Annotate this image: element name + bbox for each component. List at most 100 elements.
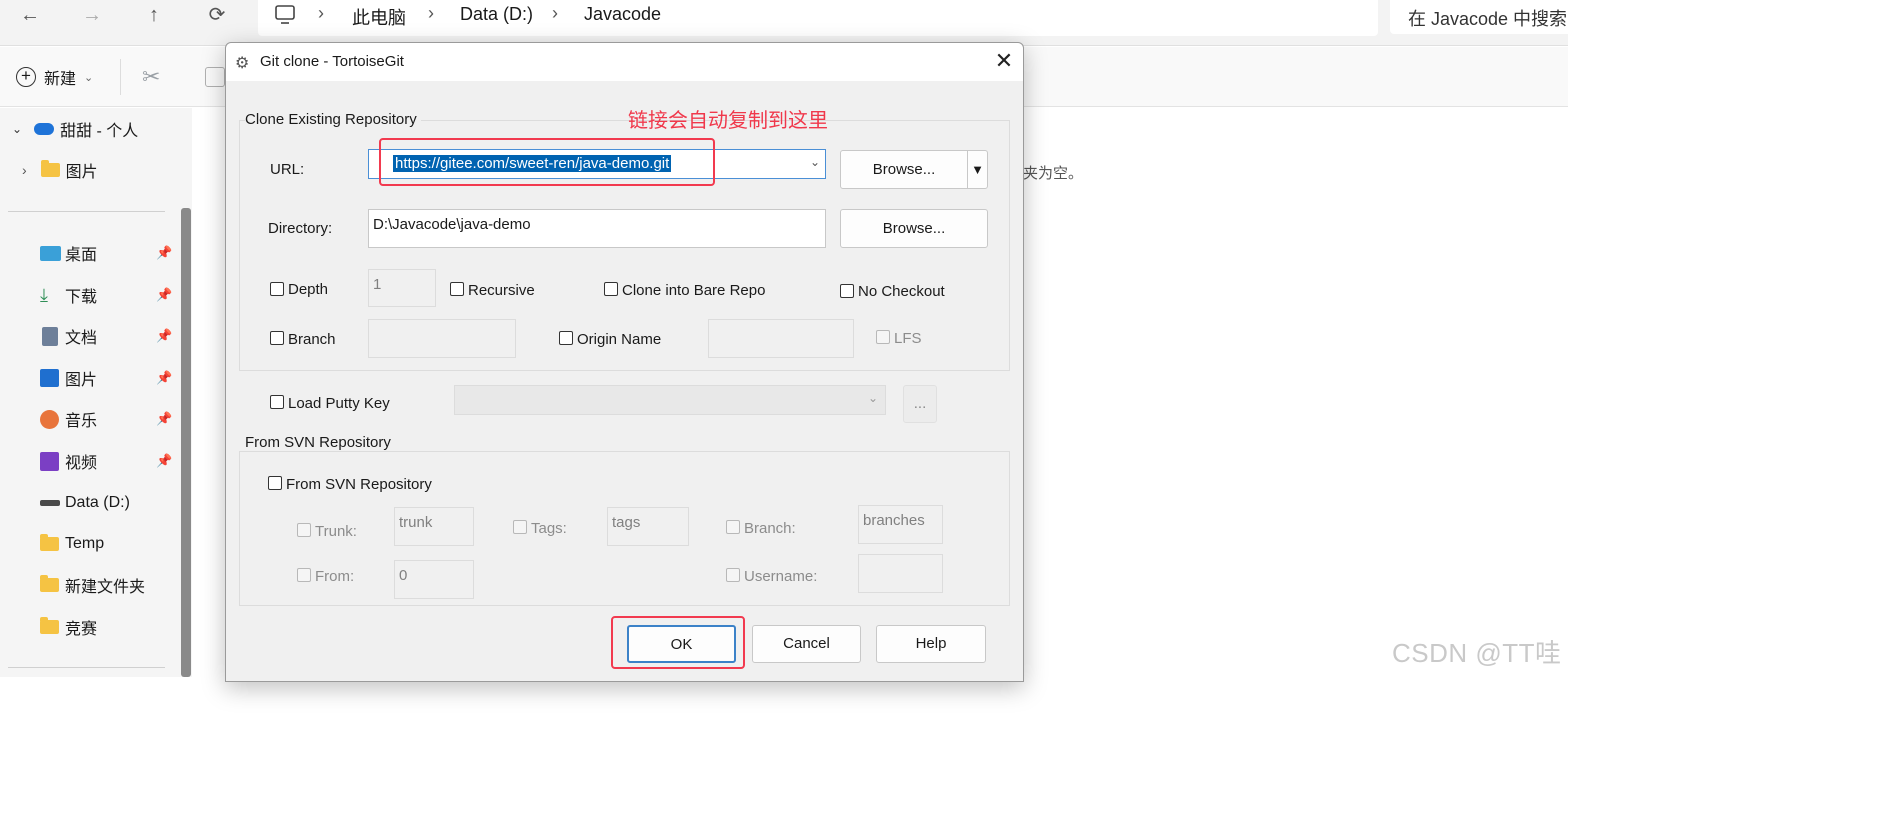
bare-repo-checkbox[interactable] bbox=[604, 282, 618, 296]
copy-icon[interactable] bbox=[205, 67, 225, 87]
trunk-input[interactable]: trunk bbox=[394, 507, 474, 546]
sidebar-item-data-drive[interactable]: Data (D:) bbox=[0, 488, 180, 518]
folder-icon bbox=[40, 617, 59, 634]
pin-icon[interactable]: 📌 bbox=[156, 287, 172, 303]
annotation-text: 链接会自动复制到这里 bbox=[628, 110, 828, 132]
no-checkout-label: No Checkout bbox=[858, 283, 945, 300]
sidebar-item-contest[interactable]: 竞赛 bbox=[0, 612, 180, 642]
url-highlight-box bbox=[379, 138, 715, 186]
forward-arrow-icon[interactable]: → bbox=[78, 4, 106, 26]
refresh-icon[interactable]: ⟳ bbox=[203, 4, 231, 26]
search-input[interactable]: 在 Javacode 中搜索 bbox=[1390, 0, 1568, 34]
ok-highlight-box bbox=[611, 616, 745, 669]
sidebar-item-onedrive-pictures[interactable]: › 图片 bbox=[0, 155, 180, 185]
chevron-right-icon: › bbox=[22, 162, 27, 178]
chevron-down-icon[interactable]: ⌄ bbox=[810, 155, 820, 169]
trunk-label: Trunk: bbox=[315, 523, 357, 540]
back-arrow-icon[interactable]: ← bbox=[16, 4, 44, 26]
cut-icon[interactable]: ✂ bbox=[142, 65, 166, 89]
directory-label: Directory: bbox=[268, 220, 333, 237]
sidebar-item-label: Data (D:) bbox=[65, 494, 130, 511]
tags-label: Tags: bbox=[531, 520, 567, 537]
from-svn-label: From SVN Repository bbox=[286, 476, 432, 493]
music-icon bbox=[40, 409, 59, 429]
breadcrumb-data-drive[interactable]: Data (D:) bbox=[460, 4, 533, 25]
pictures-icon bbox=[40, 369, 59, 387]
close-icon[interactable]: ✕ bbox=[992, 49, 1016, 73]
putty-key-checkbox[interactable] bbox=[270, 395, 284, 409]
sidebar-item-temp[interactable]: Temp bbox=[0, 529, 180, 559]
folder-icon bbox=[40, 160, 60, 177]
from-revision-input[interactable]: 0 bbox=[394, 560, 474, 599]
sidebar-item-new-folder[interactable]: 新建文件夹 bbox=[0, 570, 180, 600]
browse-directory-button[interactable]: Browse... bbox=[840, 209, 988, 248]
depth-input[interactable]: 1 bbox=[368, 269, 436, 307]
directory-input[interactable]: D:\Javacode\java-demo bbox=[368, 209, 826, 248]
sidebar-item-label: Temp bbox=[65, 535, 105, 552]
putty-browse-button[interactable]: ... bbox=[903, 385, 937, 423]
from-revision-checkbox[interactable] bbox=[297, 568, 311, 582]
pin-icon[interactable]: 📌 bbox=[156, 453, 172, 469]
breadcrumb-javacode[interactable]: Javacode bbox=[584, 4, 661, 25]
browse-url-button[interactable]: Browse... bbox=[840, 150, 968, 189]
sidebar-divider bbox=[8, 667, 165, 668]
new-button[interactable]: + 新建 ⌄ bbox=[16, 65, 93, 89]
sidebar-item-downloads[interactable]: ⤓ 下载 📌 bbox=[0, 280, 180, 310]
watermark: CSDN @TT哇 bbox=[1392, 638, 1562, 668]
video-icon bbox=[40, 451, 59, 471]
origin-name-checkbox[interactable] bbox=[559, 331, 573, 345]
breadcrumb-this-pc[interactable]: 此电脑 bbox=[352, 4, 406, 30]
username-label: Username: bbox=[744, 568, 818, 585]
clone-group-title: Clone Existing Repository bbox=[245, 111, 421, 128]
sidebar-item-documents[interactable]: 文档 📌 bbox=[0, 321, 180, 351]
username-checkbox[interactable] bbox=[726, 568, 740, 582]
username-input[interactable] bbox=[858, 554, 943, 593]
pin-icon[interactable]: 📌 bbox=[156, 245, 172, 261]
trunk-checkbox[interactable] bbox=[297, 523, 311, 537]
download-icon: ⤓ bbox=[40, 284, 48, 305]
sidebar-item-desktop[interactable]: 桌面 📌 bbox=[0, 238, 180, 268]
pin-icon[interactable]: 📌 bbox=[156, 370, 172, 386]
sidebar-item-label: 新建文件夹 bbox=[65, 579, 146, 596]
cancel-button[interactable]: Cancel bbox=[752, 625, 861, 663]
sidebar-item-label: 桌面 bbox=[65, 247, 98, 264]
browse-dropdown-button[interactable]: ▼ bbox=[967, 150, 988, 189]
address-bar[interactable]: › 此电脑 › Data (D:) › Javacode bbox=[258, 0, 1378, 36]
up-arrow-icon[interactable]: ↑ bbox=[140, 4, 168, 26]
branch-checkbox[interactable] bbox=[270, 331, 284, 345]
svn-branch-checkbox[interactable] bbox=[726, 520, 740, 534]
sidebar-divider bbox=[8, 211, 165, 212]
sidebar-item-onedrive[interactable]: ⌄ 甜甜 - 个人 bbox=[0, 114, 180, 144]
tags-checkbox[interactable] bbox=[513, 520, 527, 534]
sidebar-item-label: 文档 bbox=[65, 330, 98, 347]
empty-folder-text: 夹为空。 bbox=[1023, 165, 1084, 182]
sidebar-scrollbar[interactable] bbox=[181, 208, 191, 677]
chevron-down-icon: ⌄ bbox=[84, 71, 94, 84]
branch-input[interactable] bbox=[368, 319, 516, 358]
branches-input[interactable]: branches bbox=[858, 505, 943, 544]
tags-input[interactable]: tags bbox=[607, 507, 689, 546]
pin-icon[interactable]: 📌 bbox=[156, 328, 172, 344]
no-checkout-checkbox[interactable] bbox=[840, 284, 854, 298]
sidebar-item-label: 视频 bbox=[65, 455, 98, 472]
sidebar-item-label: 甜甜 - 个人 bbox=[60, 123, 139, 140]
recursive-checkbox[interactable] bbox=[450, 282, 464, 296]
depth-checkbox[interactable] bbox=[270, 282, 284, 296]
origin-name-input[interactable] bbox=[708, 319, 854, 358]
sidebar-item-music[interactable]: 音乐 📌 bbox=[0, 404, 180, 434]
chevron-down-icon: ⌄ bbox=[12, 122, 23, 136]
help-button[interactable]: Help bbox=[876, 625, 986, 663]
lfs-checkbox[interactable] bbox=[876, 330, 890, 344]
pin-icon[interactable]: 📌 bbox=[156, 411, 172, 427]
plus-icon: + bbox=[16, 67, 36, 87]
toolbar-divider bbox=[120, 59, 121, 95]
dialog-titlebar[interactable]: ⚙ Git clone - TortoiseGit ✕ bbox=[226, 43, 1023, 81]
bare-repo-label: Clone into Bare Repo bbox=[622, 282, 766, 299]
sidebar-item-pictures[interactable]: 图片 📌 bbox=[0, 363, 180, 393]
chevron-right-icon: › bbox=[428, 3, 434, 23]
chevron-down-icon[interactable]: ⌄ bbox=[868, 391, 878, 405]
from-svn-checkbox[interactable] bbox=[268, 476, 282, 490]
sidebar-item-videos[interactable]: 视频 📌 bbox=[0, 446, 180, 476]
putty-key-select[interactable] bbox=[454, 385, 886, 415]
depth-label: Depth bbox=[288, 281, 329, 298]
